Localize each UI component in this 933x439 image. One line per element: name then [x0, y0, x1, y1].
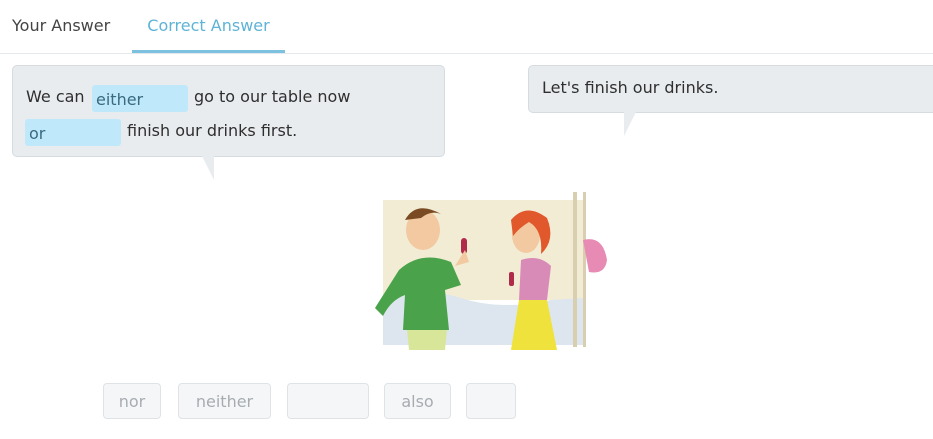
- sentence-part: finish our drinks first.: [127, 121, 298, 140]
- answer-tabs: Your Answer Correct Answer: [0, 0, 933, 54]
- speech-bubble-right: Let's finish our drinks.: [528, 65, 933, 113]
- word-option-empty[interactable]: [466, 383, 516, 419]
- sentence-part: go to our table now: [194, 87, 351, 106]
- answer-blank-2[interactable]: or: [25, 119, 121, 146]
- tab-correct-answer[interactable]: Correct Answer: [132, 0, 285, 53]
- bubble-tail-right: [624, 112, 636, 136]
- word-option-neither[interactable]: neither: [178, 383, 271, 419]
- word-option-empty[interactable]: [287, 383, 369, 419]
- restaurant-illustration: [361, 180, 612, 350]
- bubble-tail-left: [202, 156, 214, 180]
- sentence-part: We can: [26, 87, 85, 106]
- answer-blank-1[interactable]: either: [92, 85, 188, 112]
- word-option-nor[interactable]: nor: [103, 383, 161, 419]
- reply-text: Let's finish our drinks.: [542, 78, 719, 97]
- word-option-also[interactable]: also: [384, 383, 451, 419]
- speech-bubble-left: We can either go to our table now or fin…: [12, 65, 445, 157]
- tab-your-answer[interactable]: Your Answer: [12, 0, 110, 53]
